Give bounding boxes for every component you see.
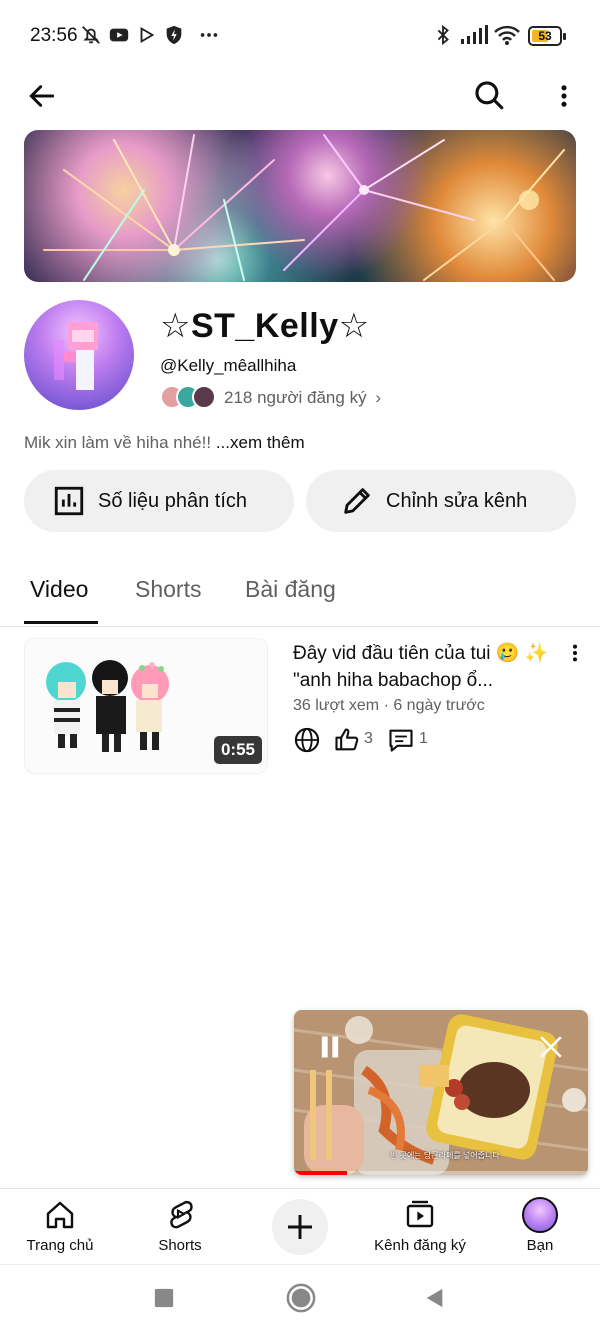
nav-home-label: Trang chủ xyxy=(26,1237,94,1254)
active-tab-indicator xyxy=(24,621,98,624)
search-icon[interactable] xyxy=(472,78,506,112)
nav-you[interactable]: Bạn xyxy=(480,1189,600,1265)
video-title[interactable]: Đây vid đầu tiên của tui 🥲 ✨ "anh hiha b… xyxy=(293,640,553,694)
pause-icon[interactable] xyxy=(316,1032,344,1062)
home-button-icon[interactable] xyxy=(286,1283,316,1313)
play-store-icon xyxy=(140,26,155,44)
channel-banner xyxy=(24,130,576,282)
tab-posts[interactable]: Bài đăng xyxy=(245,576,336,603)
like-count: 3 xyxy=(364,730,373,747)
subscriber-count[interactable]: 218 người đăng ký › xyxy=(224,388,381,408)
analytics-label: Số liệu phân tích xyxy=(98,489,247,512)
close-icon[interactable] xyxy=(538,1034,564,1060)
arrow-left-icon[interactable] xyxy=(26,80,58,112)
channel-name: ☆ST_Kelly☆ xyxy=(160,307,370,345)
video-more-icon[interactable] xyxy=(564,642,586,664)
nav-shorts-label: Shorts xyxy=(158,1237,202,1254)
shorts-icon xyxy=(170,1200,193,1229)
status-bar: 23:56 53 xyxy=(0,0,600,72)
wifi-icon xyxy=(494,25,520,45)
vpn-shield-icon xyxy=(166,25,182,45)
analytics-icon xyxy=(54,486,84,516)
nav-home[interactable]: Trang chủ xyxy=(0,1189,120,1265)
more-vertical-icon[interactable] xyxy=(550,80,578,112)
avatar-image xyxy=(54,322,98,390)
edit-channel-button[interactable]: Chỉnh sửa kênh xyxy=(306,470,576,532)
bottom-nav: Trang chủ Shorts Kênh đăng ký Bạn xyxy=(0,1188,600,1264)
nav-subscriptions[interactable]: Kênh đăng ký xyxy=(360,1189,480,1265)
globe-icon xyxy=(294,727,320,753)
edit-channel-label: Chỉnh sửa kênh xyxy=(386,489,528,512)
channel-avatar[interactable] xyxy=(24,300,134,410)
chevron-right-icon: › xyxy=(375,388,381,407)
nav-subscriptions-label: Kênh đăng ký xyxy=(374,1237,466,1254)
muted-bell-icon xyxy=(82,26,100,44)
fireworks-image xyxy=(43,134,565,281)
back-triangle-icon[interactable] xyxy=(424,1287,446,1309)
video-duration: 0:55 xyxy=(213,736,262,764)
plus-icon xyxy=(288,1215,312,1239)
comment-icon xyxy=(389,729,413,752)
channel-description[interactable]: Mik xin làm về hiha nhé!! ...xem thêm xyxy=(24,433,305,453)
status-time: 23:56 xyxy=(30,25,78,46)
youtube-icon xyxy=(109,28,129,42)
bluetooth-icon xyxy=(437,24,449,46)
tab-shorts[interactable]: Shorts xyxy=(135,576,201,603)
nav-create[interactable] xyxy=(240,1189,360,1265)
system-nav-bar xyxy=(0,1264,600,1333)
more-link[interactable]: ...xem thêm xyxy=(216,433,305,452)
nav-you-label: Bạn xyxy=(526,1237,554,1254)
subscriber-count-label: 218 người đăng ký xyxy=(224,388,367,407)
battery-icon: 53 xyxy=(528,26,566,46)
analytics-button[interactable]: Số liệu phân tích xyxy=(24,470,294,532)
comment-count: 1 xyxy=(419,730,428,747)
miniplayer-progress-fill xyxy=(294,1171,347,1175)
video-thumbnail[interactable]: 0:55 xyxy=(24,638,268,774)
home-icon xyxy=(46,1201,74,1229)
tab-video[interactable]: Video xyxy=(30,576,88,603)
subscriber-avatar xyxy=(192,385,216,409)
recents-icon[interactable] xyxy=(153,1287,175,1309)
pencil-icon xyxy=(344,488,370,514)
avatar-icon xyxy=(522,1197,558,1233)
signal-icon xyxy=(461,25,488,44)
nav-shorts[interactable]: Shorts xyxy=(120,1189,240,1265)
divider xyxy=(0,626,600,627)
thumbs-up-icon xyxy=(335,728,359,751)
miniplayer-progress xyxy=(294,1171,588,1175)
miniplayer[interactable]: 빈 곳에는 당근라페를 넣어줍니다 xyxy=(294,1010,588,1175)
video-meta: 36 lượt xem · 6 ngày trước xyxy=(293,697,485,714)
top-bar xyxy=(0,72,600,120)
more-dots-icon xyxy=(200,33,218,37)
battery-level: 53 xyxy=(538,29,552,43)
description-text: Mik xin làm về hiha nhé!! xyxy=(24,433,212,452)
subscriptions-icon xyxy=(406,1200,434,1228)
channel-handle: @Kelly_mêallhiha xyxy=(160,356,297,375)
miniplayer-caption: 빈 곳에는 당근라페를 넣어줍니다 xyxy=(390,1151,500,1160)
